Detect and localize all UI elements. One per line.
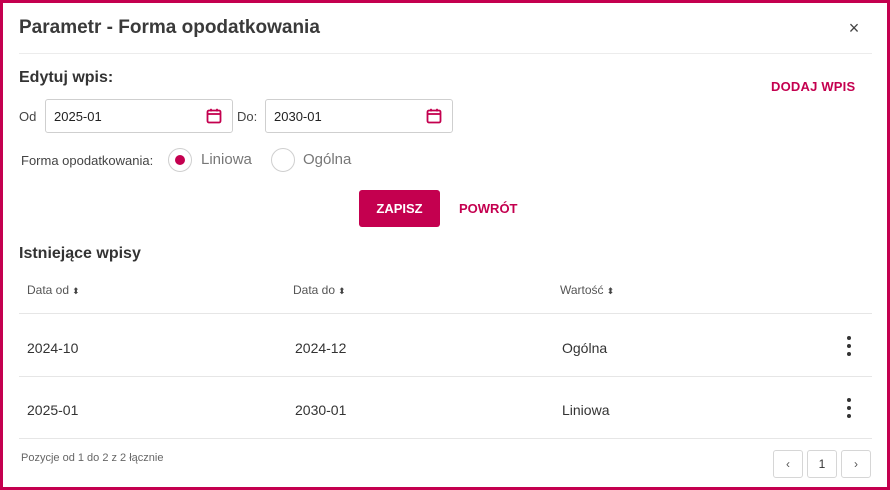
column-header-label: Wartość — [560, 283, 604, 297]
table-cell-date-to: 2024-12 — [295, 340, 347, 356]
table-cell-date-to: 2030-01 — [295, 402, 347, 418]
to-label: Do: — [237, 109, 258, 124]
table-cell-value: Liniowa — [562, 402, 610, 418]
from-label: Od — [19, 109, 37, 124]
chevron-left-icon[interactable]: ‹ — [773, 450, 803, 478]
sort-icon[interactable]: ⬍ — [72, 286, 80, 296]
existing-heading: Istniejące wpisy — [19, 245, 141, 262]
radio-liniowa-label[interactable]: Liniowa — [201, 151, 252, 168]
radio-selected-dot — [175, 155, 185, 165]
to-date-value: 2030-01 — [274, 109, 322, 124]
from-date-field[interactable]: 2025-01 — [45, 99, 233, 133]
column-header-label: Data od — [27, 283, 70, 297]
dialog-title: Parametr - Forma opodatkowania — [19, 17, 320, 38]
save-button[interactable]: ZAPISZ — [359, 190, 440, 227]
table-divider — [19, 438, 872, 439]
kebab-menu-icon[interactable] — [842, 396, 856, 420]
divider — [19, 53, 872, 54]
back-button[interactable]: POWRÓT — [459, 201, 518, 216]
sort-icon[interactable]: ⬍ — [338, 286, 346, 296]
table-cell-date-from: 2025-01 — [27, 402, 79, 418]
column-header-label: Data do — [293, 283, 336, 297]
column-header-date-to[interactable]: Data do ⬍ — [293, 283, 346, 297]
pagination-info: Pozycje od 1 do 2 z 2 łącznie — [21, 452, 164, 464]
pagination-page-1[interactable]: 1 — [807, 450, 837, 478]
from-date-value: 2025-01 — [54, 109, 102, 124]
kebab-menu-icon[interactable] — [842, 334, 856, 358]
calendar-icon[interactable] — [426, 108, 442, 124]
add-entry-button[interactable]: DODAJ WPIS — [771, 79, 855, 94]
table-divider — [19, 376, 872, 377]
radio-ogolna[interactable] — [271, 148, 295, 172]
tax-form-label: Forma opodatkowania: — [21, 153, 154, 168]
to-date-field[interactable]: 2030-01 — [265, 99, 453, 133]
table-cell-value: Ogólna — [562, 340, 608, 356]
column-header-date-from[interactable]: Data od ⬍ — [27, 283, 80, 297]
table-cell-date-from: 2024-10 — [27, 340, 79, 356]
table-divider — [19, 313, 872, 314]
close-icon[interactable]: × — [843, 17, 865, 39]
calendar-icon[interactable] — [206, 108, 222, 124]
radio-liniowa[interactable] — [168, 148, 192, 172]
radio-ogolna-label[interactable]: Ogólna — [303, 151, 351, 168]
column-header-value[interactable]: Wartość ⬍ — [560, 283, 614, 297]
dialog: Parametr - Forma opodatkowania × Edytuj … — [0, 0, 890, 490]
edit-heading: Edytuj wpis: — [19, 69, 114, 86]
chevron-right-icon[interactable]: › — [841, 450, 871, 478]
sort-icon[interactable]: ⬍ — [607, 286, 615, 296]
